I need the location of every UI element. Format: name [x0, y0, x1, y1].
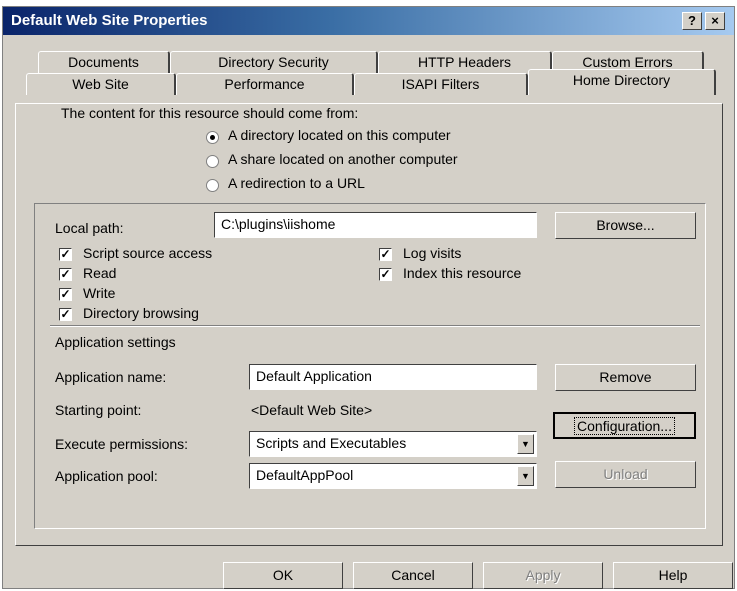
- radio-local-directory[interactable]: [206, 131, 219, 144]
- application-name-label: Application name:: [55, 369, 167, 385]
- script-source-access-checkbox[interactable]: ✓: [59, 248, 72, 261]
- starting-point-label: Starting point:: [55, 402, 142, 418]
- local-path-label: Local path:: [55, 220, 124, 236]
- application-pool-label: Application pool:: [55, 468, 158, 484]
- index-resource-checkbox[interactable]: ✓: [379, 268, 392, 281]
- button-label: Apply: [525, 567, 561, 583]
- button-label: Configuration...: [574, 417, 675, 435]
- configuration-button[interactable]: Configuration...: [553, 412, 696, 439]
- radio-local-directory-label[interactable]: A directory located on this computer: [228, 127, 451, 143]
- application-pool-select[interactable]: DefaultAppPool ▼: [249, 463, 537, 489]
- content-source-label: The content for this resource should com…: [61, 105, 359, 121]
- button-label: Unload: [603, 466, 648, 482]
- directory-browsing-checkbox[interactable]: ✓: [59, 308, 72, 321]
- remove-button[interactable]: Remove: [555, 364, 696, 391]
- radio-redirection-label[interactable]: A redirection to a URL: [228, 175, 365, 191]
- properties-dialog: Default Web Site Properties ? × Document…: [2, 6, 735, 589]
- directory-browsing-label[interactable]: Directory browsing: [83, 305, 199, 321]
- apply-button[interactable]: Apply: [483, 562, 603, 589]
- application-name-input[interactable]: Default Application: [249, 364, 537, 390]
- radio-network-share-label[interactable]: A share located on another computer: [228, 151, 458, 167]
- write-checkbox[interactable]: ✓: [59, 288, 72, 301]
- chevron-down-icon[interactable]: ▼: [517, 434, 534, 454]
- log-visits-checkbox[interactable]: ✓: [379, 248, 392, 261]
- browse-button[interactable]: Browse...: [555, 212, 696, 239]
- button-label: OK: [272, 567, 294, 583]
- execute-permissions-select[interactable]: Scripts and Executables ▼: [249, 431, 537, 457]
- write-label[interactable]: Write: [83, 285, 115, 301]
- execute-permissions-label: Execute permissions:: [55, 436, 189, 452]
- button-label: Cancel: [391, 567, 435, 583]
- select-value: DefaultAppPool: [256, 467, 354, 483]
- button-label: Remove: [599, 369, 652, 385]
- settings-separator: [50, 325, 700, 327]
- button-label: Browse...: [596, 217, 655, 233]
- script-source-access-label[interactable]: Script source access: [83, 245, 212, 261]
- index-resource-label[interactable]: Index this resource: [403, 265, 521, 281]
- starting-point-value: <Default Web Site>: [251, 402, 373, 418]
- button-label: Help: [658, 567, 688, 583]
- chevron-down-icon[interactable]: ▼: [517, 466, 534, 486]
- log-visits-label[interactable]: Log visits: [403, 245, 461, 261]
- unload-button[interactable]: Unload: [555, 461, 696, 488]
- radio-redirection[interactable]: [206, 179, 219, 192]
- cancel-button[interactable]: Cancel: [353, 562, 473, 589]
- help-button[interactable]: Help: [613, 562, 733, 589]
- read-checkbox[interactable]: ✓: [59, 268, 72, 281]
- radio-network-share[interactable]: [206, 155, 219, 168]
- application-settings-heading: Application settings: [55, 334, 176, 350]
- read-label[interactable]: Read: [83, 265, 116, 281]
- select-value: Scripts and Executables: [256, 435, 407, 451]
- local-path-input[interactable]: C:\plugins\iishome: [214, 212, 537, 238]
- ok-button[interactable]: OK: [223, 562, 343, 589]
